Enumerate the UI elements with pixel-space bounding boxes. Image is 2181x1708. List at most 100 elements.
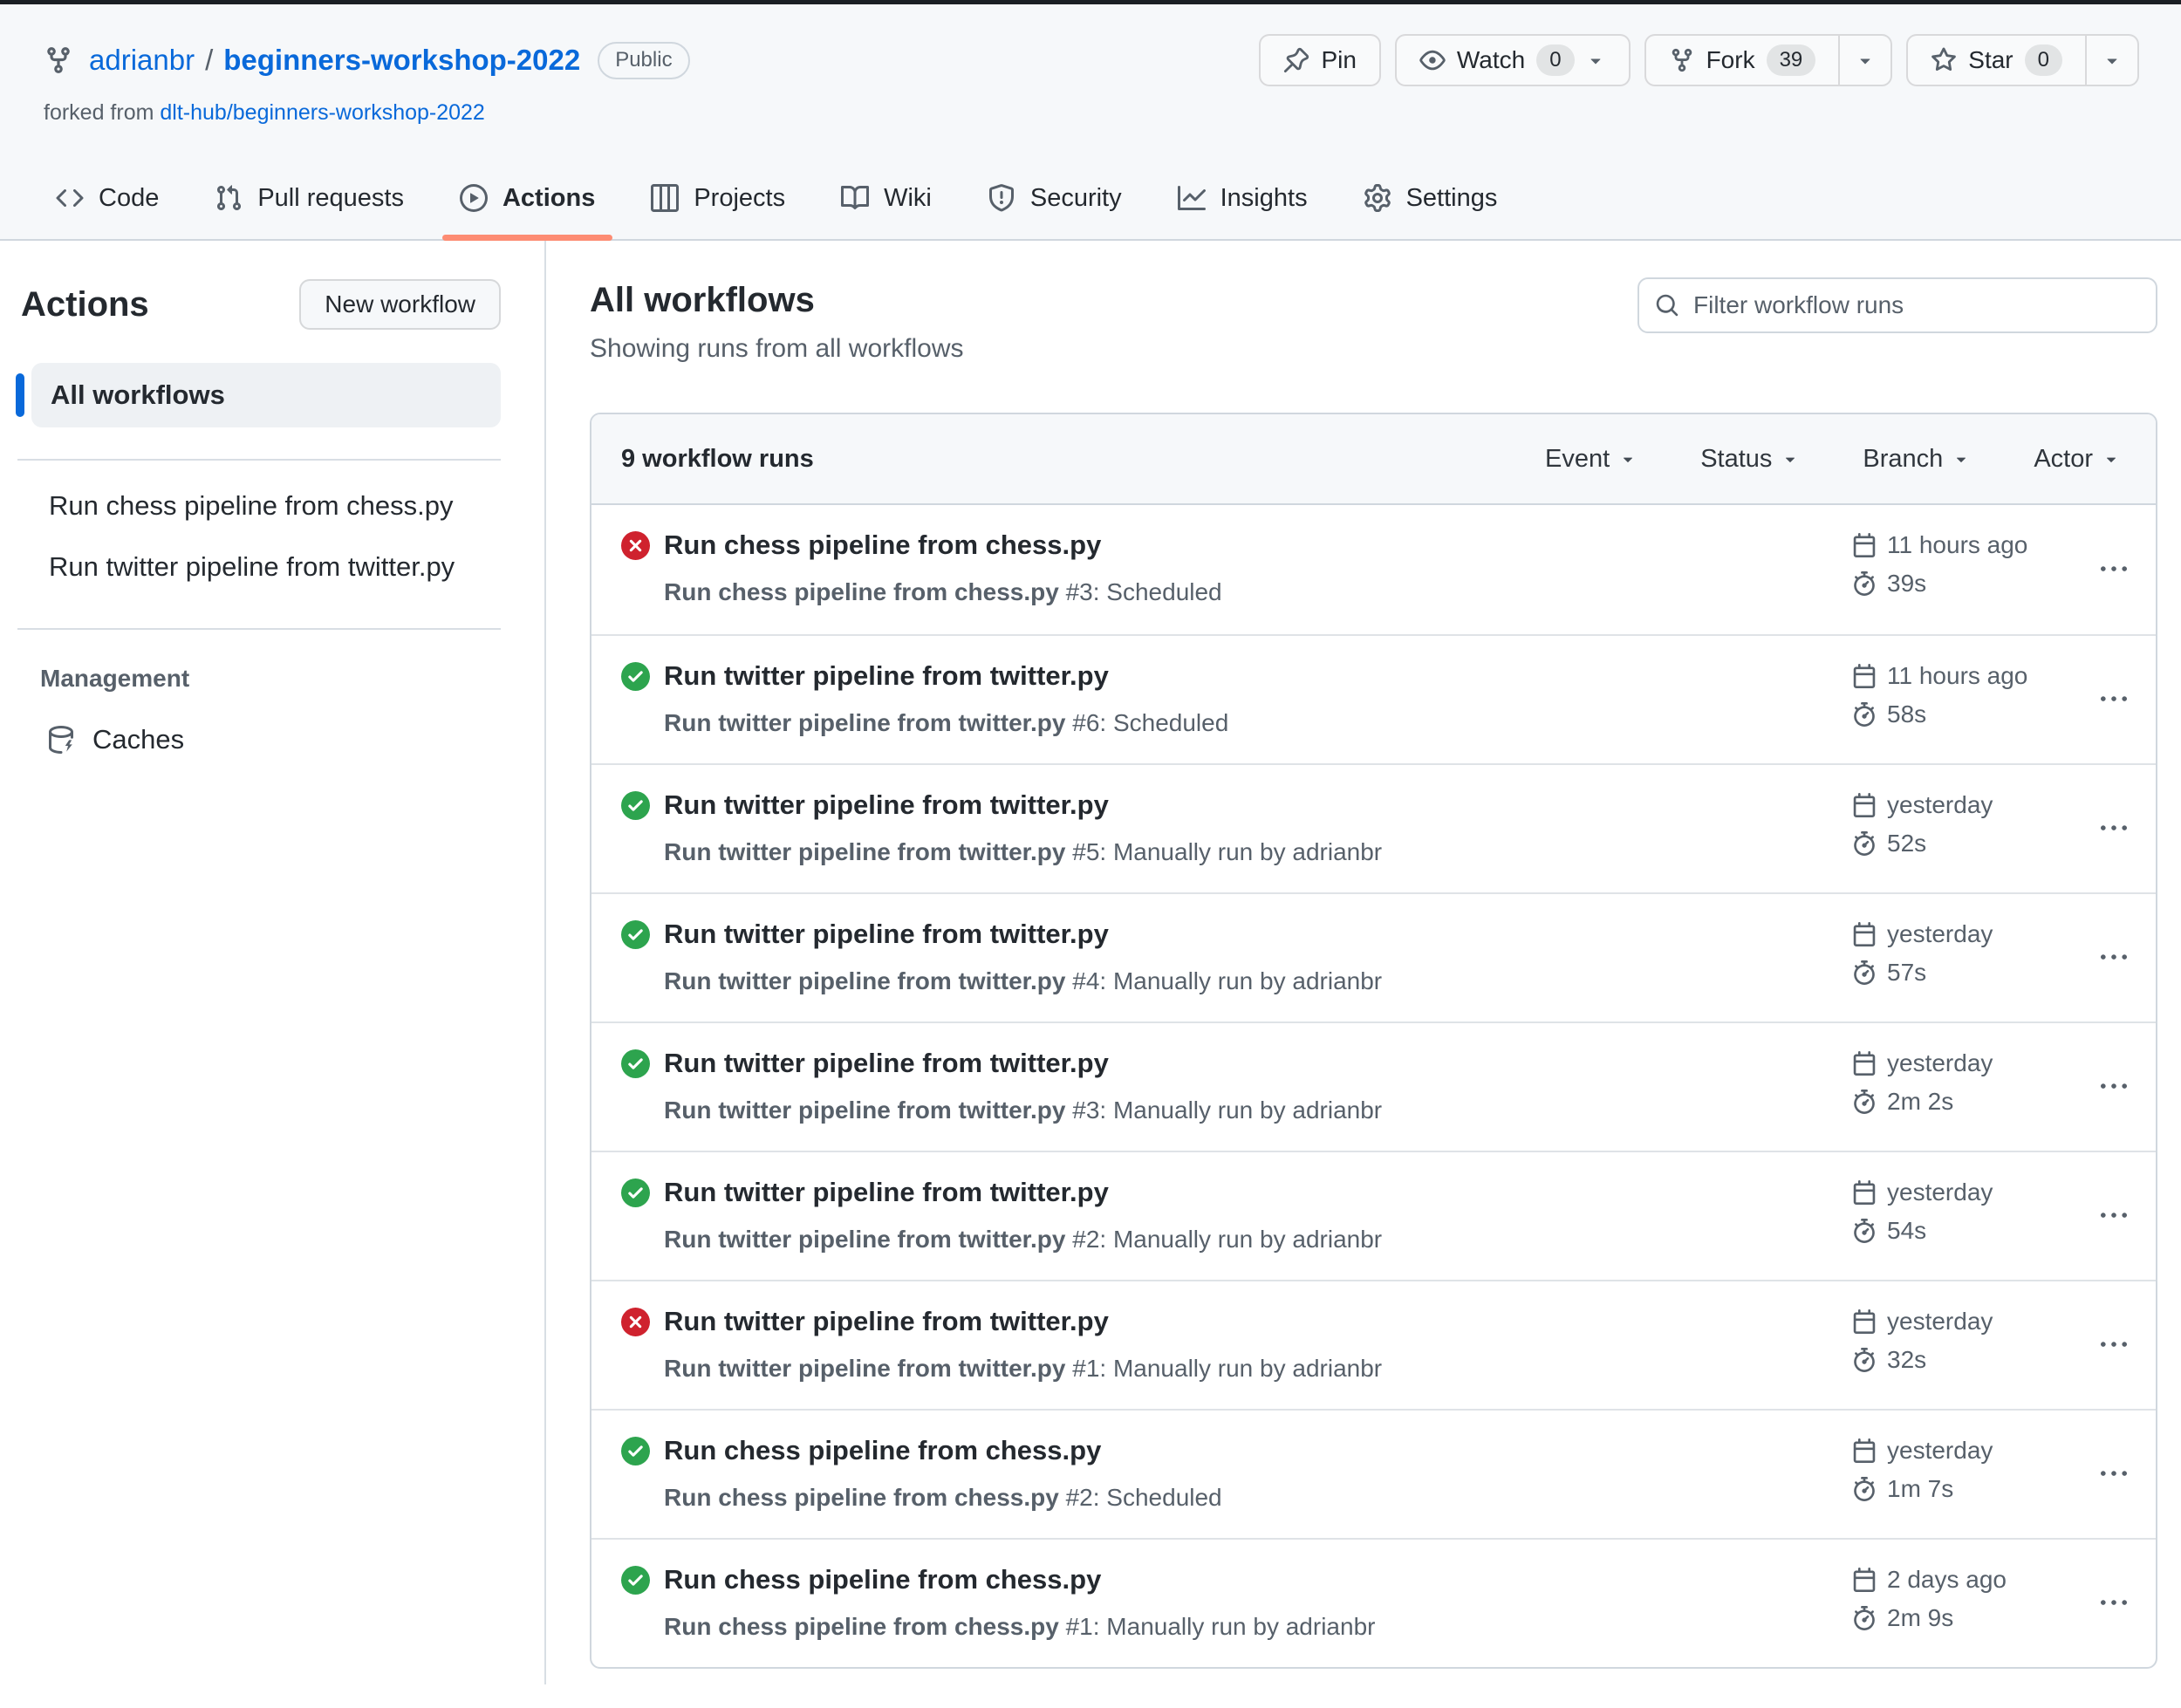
owner-link[interactable]: adrianbr (89, 44, 195, 77)
tab-pull-requests[interactable]: Pull requests (187, 157, 432, 239)
run-subtitle-workflow-name: Run twitter pipeline from twitter.py (664, 967, 1066, 994)
stopwatch-icon (1854, 1090, 1875, 1114)
run-subtitle: Run twitter pipeline from twitter.py #4:… (664, 966, 1852, 997)
run-text: Run twitter pipeline from twitter.py Run… (650, 1152, 1852, 1280)
run-text: Run twitter pipeline from twitter.py Run… (650, 1023, 1852, 1151)
tab-label: Insights (1220, 183, 1308, 212)
run-duration-line: 32s (1852, 1346, 2072, 1374)
repo-link[interactable]: beginners-workshop-2022 (223, 44, 580, 77)
check-circle-icon (621, 1566, 650, 1595)
run-title-link[interactable]: Run twitter pipeline from twitter.py (664, 1046, 1109, 1081)
actor-filter-dropdown[interactable]: Actor (2034, 445, 2121, 474)
run-duration: 1m 7s (1887, 1475, 1954, 1502)
run-subtitle: Run twitter pipeline from twitter.py #5:… (664, 837, 1852, 868)
tab-label: Pull requests (257, 183, 404, 212)
kebab-horizontal-icon (2101, 825, 2127, 830)
kebab-horizontal-icon (2101, 1213, 2127, 1218)
filter-label: Status (1700, 444, 1773, 473)
run-subtitle-workflow-name: Run chess pipeline from chess.py (664, 578, 1059, 605)
star-button[interactable]: Star 0 (1906, 34, 2087, 86)
pin-button[interactable]: Pin (1259, 34, 1381, 86)
star-icon (1931, 47, 1957, 72)
tab-actions[interactable]: Actions (432, 157, 623, 241)
run-subtitle: Run twitter pipeline from twitter.py #3:… (664, 1095, 1852, 1126)
run-subtitle-detail: #3: Scheduled (1065, 578, 1222, 605)
run-date: yesterday (1887, 791, 1993, 818)
run-title-link[interactable]: Run twitter pipeline from twitter.py (664, 917, 1109, 952)
run-date: yesterday (1887, 1179, 1993, 1206)
workflow-runs-count: 9 workflow runs (621, 444, 814, 473)
run-subtitle-detail: #6: Scheduled (1072, 709, 1229, 736)
forked-from-link[interactable]: dlt-hub/beginners-workshop-2022 (160, 100, 484, 125)
workflow-run-row: Run twitter pipeline from twitter.py Run… (591, 763, 2156, 892)
run-kebab-menu-button[interactable] (2072, 1411, 2156, 1538)
workflow-run-row: Run twitter pipeline from twitter.py Run… (591, 892, 2156, 1021)
run-date-line: yesterday (1852, 1179, 2072, 1206)
status-filter-dropdown[interactable]: Status (1700, 445, 1800, 474)
run-title-link[interactable]: Run chess pipeline from chess.py (664, 528, 1101, 563)
workflow-run-row: Run twitter pipeline from twitter.py Run… (591, 1021, 2156, 1151)
run-kebab-menu-button[interactable] (2072, 636, 2156, 763)
run-kebab-menu-button[interactable] (2072, 1540, 2156, 1667)
tab-label: Settings (1405, 183, 1498, 212)
tab-label: Security (1029, 183, 1122, 212)
sidebar-title: Actions (21, 284, 149, 324)
run-kebab-menu-button[interactable] (2072, 894, 2156, 1021)
stopwatch-icon (1854, 1348, 1875, 1372)
stopwatch-icon (1854, 571, 1875, 596)
event-filter-dropdown[interactable]: Event (1545, 445, 1637, 474)
tab-wiki[interactable]: Wiki (813, 157, 960, 239)
sidebar-item-caches[interactable]: Caches (47, 724, 544, 755)
run-status (621, 791, 650, 820)
run-kebab-menu-button[interactable] (2072, 505, 2156, 634)
run-duration: 2m 2s (1887, 1088, 1954, 1115)
run-duration: 54s (1887, 1217, 1927, 1244)
calendar-icon (1853, 1568, 1876, 1592)
run-title-link[interactable]: Run twitter pipeline from twitter.py (664, 1304, 1109, 1339)
eye-icon (1419, 50, 1446, 71)
run-kebab-menu-button[interactable] (2072, 1152, 2156, 1280)
forked-from-line: forked from dlt-hub/beginners-workshop-2… (44, 100, 2181, 126)
sidebar-item-chess-workflow[interactable]: Run chess pipeline from chess.py (49, 475, 544, 536)
run-kebab-menu-button[interactable] (2072, 1023, 2156, 1151)
tab-code[interactable]: Code (28, 157, 187, 239)
tab-security[interactable]: Security (960, 157, 1150, 239)
run-meta: yesterday 57s (1852, 894, 2072, 1021)
watch-button[interactable]: Watch 0 (1394, 34, 1631, 86)
tab-insights[interactable]: Insights (1150, 157, 1336, 239)
new-workflow-button[interactable]: New workflow (299, 279, 501, 330)
caches-label: Caches (92, 724, 185, 755)
sidebar-item-twitter-workflow[interactable]: Run twitter pipeline from twitter.py (49, 536, 544, 597)
run-title-link[interactable]: Run twitter pipeline from twitter.py (664, 659, 1109, 693)
run-kebab-menu-button[interactable] (2072, 1281, 2156, 1409)
run-subtitle-workflow-name: Run twitter pipeline from twitter.py (664, 838, 1066, 865)
run-meta: 11 hours ago 39s (1852, 505, 2072, 634)
sidebar-item-all-workflows[interactable]: All workflows (0, 363, 544, 427)
tab-settings[interactable]: Settings (1336, 157, 1526, 239)
run-title-link[interactable]: Run twitter pipeline from twitter.py (664, 1175, 1109, 1210)
run-subtitle: Run twitter pipeline from twitter.py #1:… (664, 1353, 1852, 1384)
run-duration-line: 58s (1852, 700, 2072, 728)
run-kebab-menu-button[interactable] (2072, 765, 2156, 892)
filter-label: Actor (2034, 444, 2093, 473)
run-text: Run chess pipeline from chess.py Run che… (650, 1411, 1852, 1538)
star-dropdown-button[interactable] (2087, 34, 2139, 86)
filter-workflow-runs-input[interactable] (1693, 291, 2140, 319)
branch-filter-dropdown[interactable]: Branch (1863, 445, 1971, 474)
play-icon (459, 184, 488, 212)
fork-dropdown-button[interactable] (1840, 34, 1893, 86)
project-icon (651, 184, 680, 212)
run-date-line: yesterday (1852, 1437, 2072, 1465)
run-title-link[interactable]: Run twitter pipeline from twitter.py (664, 788, 1109, 823)
run-title-link[interactable]: Run chess pipeline from chess.py (664, 1562, 1101, 1597)
tab-projects[interactable]: Projects (623, 157, 813, 239)
run-subtitle-detail: #3: Manually run by adrianbr (1072, 1097, 1383, 1124)
actions-sidebar: Actions New workflow All workflows Run c… (0, 241, 546, 1684)
stopwatch-icon (1854, 1477, 1875, 1501)
fork-button[interactable]: Fork 39 (1644, 34, 1841, 86)
run-date: yesterday (1887, 920, 1993, 947)
run-subtitle: Run twitter pipeline from twitter.py #2:… (664, 1224, 1852, 1255)
filter-workflow-runs-box (1637, 277, 2157, 333)
fork-split-button: Fork 39 (1644, 34, 1893, 86)
run-title-link[interactable]: Run chess pipeline from chess.py (664, 1433, 1101, 1468)
